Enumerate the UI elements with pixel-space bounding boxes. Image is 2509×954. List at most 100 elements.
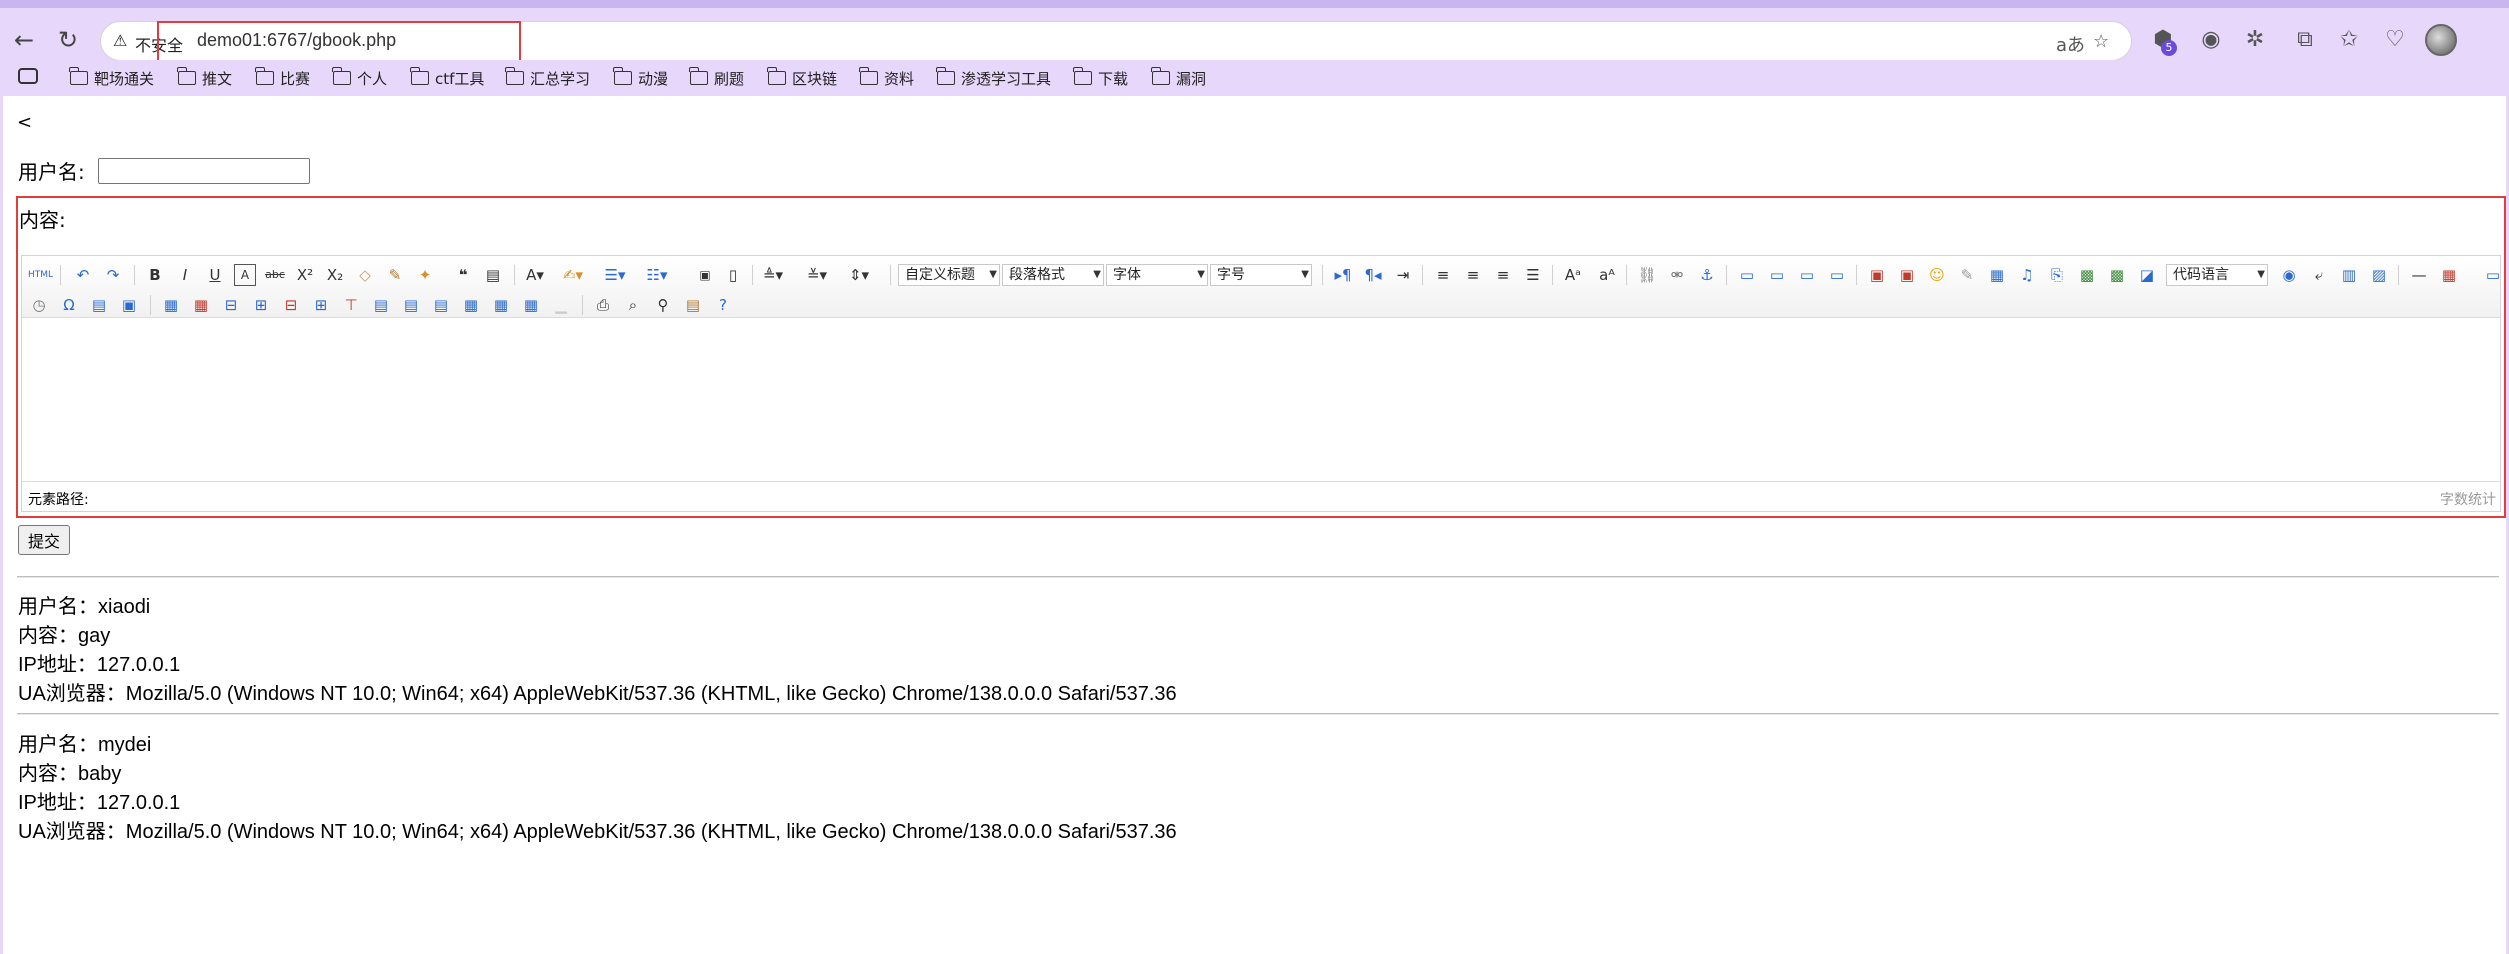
- format-match-icon[interactable]: ✎: [384, 264, 406, 286]
- row-spacing-bottom-icon[interactable]: ≚▾: [806, 264, 828, 286]
- username-input[interactable]: [98, 158, 310, 184]
- unordered-list-icon[interactable]: ☷▾: [646, 264, 668, 286]
- favorite-star-icon[interactable]: ☆: [2093, 31, 2109, 52]
- to-lowercase-icon[interactable]: aᴬ: [1596, 264, 1618, 286]
- bookmark-folder[interactable]: 个人: [332, 66, 387, 90]
- line-height-icon[interactable]: ⇕▾: [848, 264, 870, 286]
- bookmark-folder[interactable]: 下载: [1073, 66, 1128, 90]
- reload-icon[interactable]: ↻: [54, 26, 82, 54]
- search-replace-icon[interactable]: ⚲: [652, 294, 674, 316]
- italic-icon[interactable]: I: [174, 264, 196, 286]
- date-icon[interactable]: ▦: [2438, 264, 2460, 286]
- merge-right-icon[interactable]: ▤: [400, 294, 422, 316]
- bookmark-folder[interactable]: 比赛: [255, 66, 310, 90]
- font-border-icon[interactable]: A: [234, 264, 256, 286]
- split-to-cols-icon[interactable]: ▦: [520, 294, 542, 316]
- horizontal-rule-icon[interactable]: —: [2408, 264, 2430, 286]
- subscript-icon[interactable]: X₂: [324, 264, 346, 286]
- align-justify-icon[interactable]: ☰: [1522, 264, 1544, 286]
- delete-col-icon[interactable]: ⊤: [340, 294, 362, 316]
- undo-icon[interactable]: ↶: [72, 264, 94, 286]
- font-family-select[interactable]: 字体 ▼: [1106, 264, 1208, 286]
- insert-paragraph-before-table-icon[interactable]: ⊟: [220, 294, 242, 316]
- select-all-icon[interactable]: ▣: [694, 264, 716, 286]
- image-center-icon[interactable]: ▭: [1826, 264, 1848, 286]
- bookmark-folder[interactable]: 刷题: [689, 66, 744, 90]
- code-language-select[interactable]: 代码语言 ▼: [2166, 264, 2268, 286]
- template-icon[interactable]: ▥: [2338, 264, 2360, 286]
- delete-row-icon[interactable]: ⊟: [280, 294, 302, 316]
- search-replace-doc-icon[interactable]: ▣: [118, 294, 140, 316]
- insert-video-icon[interactable]: ▦: [1986, 264, 2008, 286]
- font-size-select[interactable]: 字号 ▼: [1210, 264, 1312, 286]
- bookmark-folder[interactable]: 汇总学习: [505, 66, 590, 90]
- paste-plain-icon[interactable]: ▤: [482, 264, 504, 286]
- image-none-icon[interactable]: ▭: [1736, 264, 1758, 286]
- blockquote-icon[interactable]: ❝: [452, 264, 474, 286]
- map-icon[interactable]: ▩: [2076, 264, 2098, 286]
- bookmark-folder[interactable]: 推文: [177, 66, 232, 90]
- image-right-icon[interactable]: ▭: [1796, 264, 1818, 286]
- read-aloud-icon[interactable]: aあ: [2056, 31, 2085, 57]
- insert-col-icon[interactable]: ⊞: [310, 294, 332, 316]
- row-spacing-top-icon[interactable]: ≜▾: [762, 264, 784, 286]
- bookmark-folder[interactable]: 动漫: [613, 66, 668, 90]
- auto-typeset-icon[interactable]: ✦: [414, 264, 436, 286]
- bookmark-folder[interactable]: 漏洞: [1151, 66, 1206, 90]
- back-arrow-icon[interactable]: ←: [10, 26, 38, 54]
- page-break-icon[interactable]: ⤶: [2308, 264, 2330, 286]
- font-color-icon[interactable]: A▾: [524, 264, 546, 286]
- underline-icon[interactable]: U: [204, 264, 226, 286]
- attachment-icon[interactable]: ⎘: [2046, 264, 2068, 286]
- print-icon[interactable]: ⎙: [592, 294, 614, 316]
- remove-format-icon[interactable]: ◇: [354, 264, 376, 286]
- paragraph-format-select[interactable]: 段落格式 ▼: [1002, 264, 1104, 286]
- image-left-icon[interactable]: ▭: [1766, 264, 1788, 286]
- scrawl-icon[interactable]: ✎: [1956, 264, 1978, 286]
- submit-button[interactable]: 提交: [18, 525, 70, 555]
- split-screen-icon[interactable]: ⧉: [2290, 25, 2320, 55]
- align-right-icon[interactable]: ≡: [1492, 264, 1514, 286]
- favorites-icon[interactable]: ✩: [2334, 25, 2364, 55]
- superscript-icon[interactable]: X²: [294, 264, 316, 286]
- bookmark-folder[interactable]: 区块链: [767, 66, 837, 90]
- insert-code-icon[interactable]: ◉: [2278, 264, 2300, 286]
- ordered-list-icon[interactable]: ☰▾: [604, 264, 626, 286]
- merge-cells-icon[interactable]: ▤: [370, 294, 392, 316]
- link-icon[interactable]: ⛓: [1636, 264, 1658, 286]
- bookmark-folder[interactable]: 渗透学习工具: [936, 66, 1051, 90]
- puzzle-extensions-icon[interactable]: ✲: [2240, 25, 2270, 55]
- music-icon[interactable]: ♫: [2016, 264, 2038, 286]
- emotion-icon[interactable]: ☺: [1926, 264, 1948, 286]
- delete-table-icon[interactable]: ▦: [190, 294, 212, 316]
- fullscreen-icon[interactable]: ▭: [2482, 264, 2504, 286]
- gmap-icon[interactable]: ▩: [2106, 264, 2128, 286]
- insert-row-icon[interactable]: ⊞: [250, 294, 272, 316]
- direction-rtl-icon[interactable]: ¶◂: [1362, 264, 1384, 286]
- bold-icon[interactable]: B: [144, 264, 166, 286]
- bookmark-folder[interactable]: ctf工具: [410, 66, 484, 90]
- insert-image-icon[interactable]: ▣: [1896, 264, 1918, 286]
- to-uppercase-icon[interactable]: Aᵃ: [1562, 264, 1584, 286]
- special-chars-icon[interactable]: Ω: [58, 294, 80, 316]
- anchor-icon[interactable]: ⚓: [1696, 264, 1718, 286]
- redo-icon[interactable]: ↷: [102, 264, 124, 286]
- back-link[interactable]: <: [17, 112, 32, 133]
- clear-doc-icon[interactable]: ▯: [722, 264, 744, 286]
- preview-icon[interactable]: ⌕: [622, 294, 644, 316]
- background-color-icon[interactable]: ✍▾: [562, 264, 584, 286]
- drafts-icon[interactable]: ▤: [682, 294, 704, 316]
- split-to-cells-icon[interactable]: ▦: [460, 294, 482, 316]
- bookmark-folder[interactable]: 靶场通关: [69, 66, 154, 90]
- simple-upload-icon[interactable]: ▣: [1866, 264, 1888, 286]
- bookmark-folder[interactable]: 资料: [859, 66, 914, 90]
- merge-down-icon[interactable]: ▤: [430, 294, 452, 316]
- split-to-rows-icon[interactable]: ▦: [490, 294, 512, 316]
- help-icon[interactable]: ?: [712, 294, 734, 316]
- background-icon[interactable]: ▨: [2368, 264, 2390, 286]
- insert-table-icon[interactable]: ▦: [160, 294, 182, 316]
- direction-ltr-icon[interactable]: ▸¶: [1332, 264, 1354, 286]
- charts-icon[interactable]: ▁: [550, 294, 572, 316]
- html-source-icon[interactable]: HTML: [28, 264, 53, 286]
- unlink-icon[interactable]: ⚮: [1666, 264, 1688, 286]
